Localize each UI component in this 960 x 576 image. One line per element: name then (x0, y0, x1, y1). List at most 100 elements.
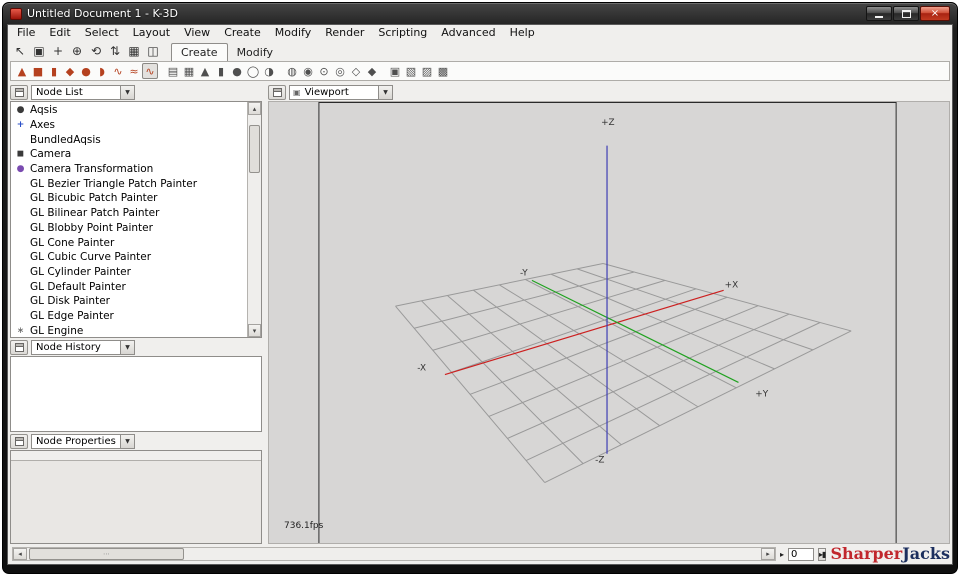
node-list-scrollbar[interactable]: ▴ ▾ (247, 102, 261, 337)
viewport-canvas[interactable]: +Z -Z +X -X -Y +Y (269, 102, 949, 543)
toolbar-icon[interactable]: ▲ (197, 63, 213, 79)
tab-create[interactable]: Create (171, 43, 228, 61)
chevron-down-icon[interactable]: ▼ (378, 86, 392, 99)
toolbar-icon[interactable]: ∿ (142, 63, 158, 79)
pin-panel-button[interactable] (10, 85, 28, 100)
toolbar-icon[interactable]: ⊙ (316, 63, 332, 79)
list-item[interactable]: GL Disk Painter (11, 294, 247, 309)
toolbar-icon[interactable]: ● (229, 63, 245, 79)
toolbar-icon[interactable]: ◇ (348, 63, 364, 79)
toolbar-icon[interactable]: ▤ (165, 63, 181, 79)
list-item[interactable]: BundledAqsis (11, 132, 247, 147)
tool-icon[interactable]: ⟲ (87, 42, 105, 59)
toolbar-icon[interactable]: ▨ (419, 63, 435, 79)
pin-panel-button[interactable] (10, 434, 28, 449)
toolbar-icon[interactable]: ◎ (332, 63, 348, 79)
hscrollbar-track[interactable]: ⋯ (27, 548, 761, 560)
toolbar-icon[interactable]: ∿ (110, 63, 126, 79)
menu-item[interactable]: Create (217, 25, 268, 40)
menu-item[interactable]: Advanced (434, 25, 502, 40)
toolbar-icon[interactable]: ◗ (94, 63, 110, 79)
brand-word-2: Jacks (902, 544, 950, 563)
scrollbar-track[interactable] (248, 115, 261, 324)
scroll-right-button[interactable]: ▸ (761, 548, 775, 560)
viewport-combobox[interactable]: ▣ Viewport ▼ (289, 85, 393, 100)
menu-item[interactable]: File (10, 25, 42, 40)
list-item[interactable]: GL Bicubic Patch Painter (11, 191, 247, 206)
toolbar-icon[interactable]: ◆ (62, 63, 78, 79)
tool-icon[interactable]: ⊕ (68, 42, 86, 59)
toolbar-icon[interactable]: ≈ (126, 63, 142, 79)
pin-panel-button[interactable] (268, 85, 286, 100)
menu-item[interactable]: Render (318, 25, 371, 40)
skip-to-end-button[interactable]: ▸▮ (818, 548, 826, 561)
node-list-combobox[interactable]: Node List ▼ (31, 85, 135, 100)
scrollbar-thumb[interactable] (249, 125, 260, 173)
toolbar-icon[interactable]: ◍ (284, 63, 300, 79)
list-item[interactable]: GL Cubic Curve Painter (11, 250, 247, 265)
maximize-icon (902, 10, 911, 18)
titlebar[interactable]: Untitled Document 1 - K-3D × (7, 3, 953, 24)
pin-panel-button[interactable] (10, 340, 28, 355)
maximize-button[interactable] (893, 6, 919, 21)
toolbar-icon[interactable]: ▧ (403, 63, 419, 79)
list-item[interactable]: GL Edge Painter (11, 309, 247, 324)
toolbar-icon[interactable]: ◑ (261, 63, 277, 79)
hscrollbar-thumb[interactable]: ⋯ (29, 548, 184, 560)
tool-icon[interactable]: ◫ (144, 42, 162, 59)
chevron-down-icon[interactable]: ▼ (120, 435, 134, 448)
scroll-left-button[interactable]: ◂ (13, 548, 27, 560)
toolbar-icon[interactable]: ◉ (300, 63, 316, 79)
node-label: GL Disk Painter (30, 295, 110, 307)
menu-item[interactable]: View (177, 25, 217, 40)
pin-panel-icon (272, 87, 283, 98)
list-item[interactable]: GL Cone Painter (11, 235, 247, 250)
scroll-down-button[interactable]: ▾ (248, 324, 261, 337)
list-item[interactable]: GL Blobby Point Painter (11, 221, 247, 236)
node-list: ● Aqsis + Axes BundledAqsis (10, 101, 262, 338)
toolbar-icon[interactable]: ■ (30, 63, 46, 79)
menu-item[interactable]: Edit (42, 25, 77, 40)
list-item[interactable]: ● Camera Transformation (11, 162, 247, 177)
minimize-button[interactable] (866, 6, 892, 21)
thumb-grip-icon: ⋯ (103, 550, 110, 558)
menu-item[interactable]: Layout (126, 25, 177, 40)
toolbar-icon[interactable]: ▲ (14, 63, 30, 79)
toolbar-icon[interactable]: ● (78, 63, 94, 79)
list-item[interactable]: ◼ Camera (11, 147, 247, 162)
toolbar-icon[interactable]: ▦ (181, 63, 197, 79)
tool-icon[interactable]: + (49, 42, 67, 59)
list-item[interactable]: ∗ GL Engine (11, 323, 247, 337)
tool-icon[interactable]: ⇅ (106, 42, 124, 59)
tool-icon[interactable]: ▣ (30, 42, 48, 59)
chevron-down-icon[interactable]: ▼ (120, 86, 134, 99)
toolbar-icon[interactable]: ▩ (435, 63, 451, 79)
scroll-up-button[interactable]: ▴ (248, 102, 261, 115)
list-item[interactable]: GL Bilinear Patch Painter (11, 206, 247, 221)
list-item[interactable]: GL Bezier Triangle Patch Painter (11, 176, 247, 191)
menu-item[interactable]: Select (78, 25, 126, 40)
timeline-arrow-button[interactable]: ▸ (780, 548, 784, 561)
frame-number-input[interactable] (788, 548, 814, 561)
tool-icon[interactable]: ▦ (125, 42, 143, 59)
toolbar-icon[interactable]: ▮ (213, 63, 229, 79)
node-properties-combobox[interactable]: Node Properties ▼ (31, 434, 135, 449)
scroll-up-icon: ▴ (253, 105, 257, 113)
chevron-down-icon[interactable]: ▼ (120, 341, 134, 354)
toolbar-icon[interactable]: ◆ (364, 63, 380, 79)
toolbar-icon[interactable]: ▣ (387, 63, 403, 79)
list-item[interactable]: GL Cylinder Painter (11, 265, 247, 280)
toolbar-icon[interactable]: ◯ (245, 63, 261, 79)
menu-item[interactable]: Scripting (371, 25, 434, 40)
node-history-combobox[interactable]: Node History ▼ (31, 340, 135, 355)
list-item[interactable]: ● Aqsis (11, 103, 247, 118)
tab-modify[interactable]: Modify (228, 44, 282, 61)
close-button[interactable]: × (920, 6, 950, 21)
list-item[interactable]: GL Default Painter (11, 279, 247, 294)
toolbar-icon[interactable]: ▮ (46, 63, 62, 79)
horizontal-scrollbar[interactable]: ◂ ⋯ ▸ (12, 547, 776, 561)
menu-item[interactable]: Modify (268, 25, 318, 40)
list-item[interactable]: + Axes (11, 118, 247, 133)
menu-item[interactable]: Help (503, 25, 542, 40)
tool-icon[interactable]: ↖ (11, 42, 29, 59)
